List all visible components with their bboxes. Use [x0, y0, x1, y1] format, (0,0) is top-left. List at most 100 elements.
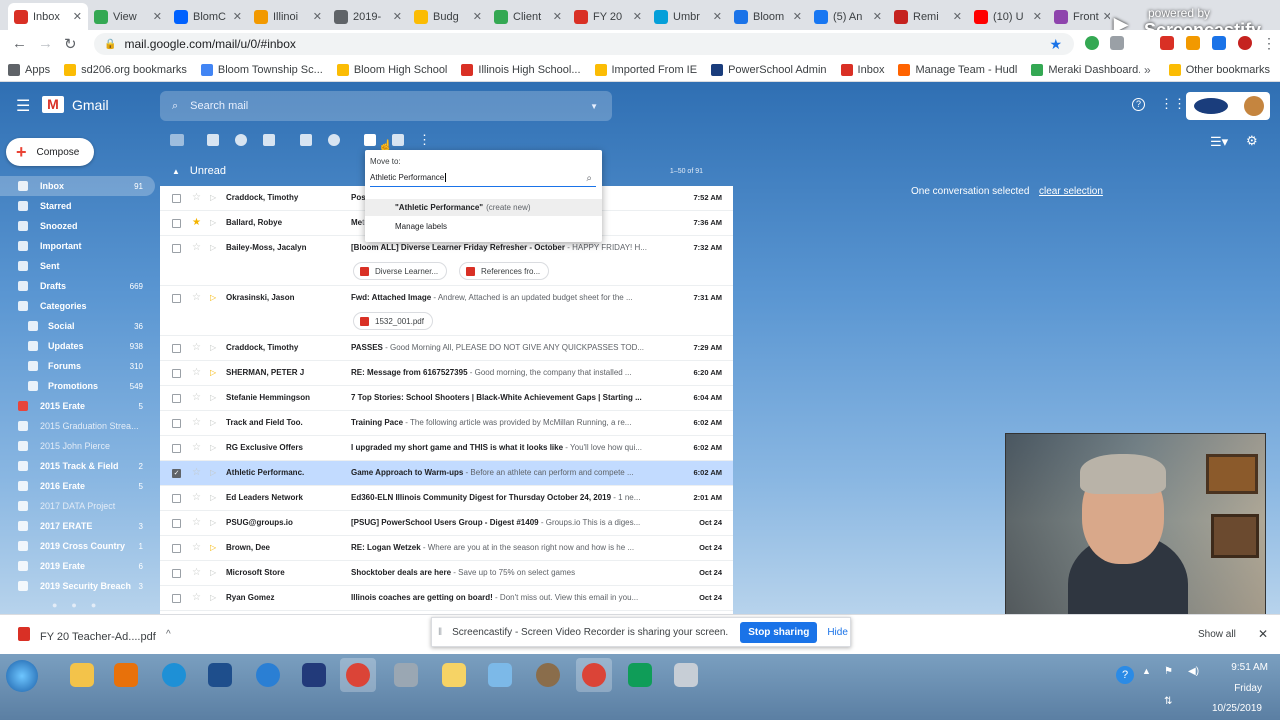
- menu-dots-icon[interactable]: ⋮: [1262, 35, 1276, 52]
- search-options-icon[interactable]: ▼: [590, 102, 598, 111]
- report-spam-icon[interactable]: [235, 134, 247, 146]
- sidebar-item[interactable]: Drafts 669: [0, 276, 155, 296]
- browser-tab[interactable]: Front ✕: [1048, 3, 1110, 30]
- browser-tab[interactable]: Client ✕: [488, 3, 568, 30]
- important-marker-icon[interactable]: ▷: [210, 243, 216, 252]
- star-icon[interactable]: ☆: [192, 567, 201, 578]
- star-icon[interactable]: ☆: [192, 292, 201, 303]
- important-marker-icon[interactable]: ▷: [210, 193, 216, 202]
- browser-tab[interactable]: Budg ✕: [408, 3, 488, 30]
- star-icon[interactable]: ☆: [192, 517, 201, 528]
- close-tab-icon[interactable]: ✕: [869, 10, 882, 23]
- browser-tab[interactable]: (10) U ✕: [968, 3, 1048, 30]
- help-icon[interactable]: ?: [1116, 666, 1134, 684]
- help-icon[interactable]: ?: [1132, 98, 1145, 111]
- sidebar-item[interactable]: Social 36: [0, 316, 155, 336]
- email-row[interactable]: ☆ ▷ Brown, Dee RE: Logan Wetzek - Where are…: [160, 536, 733, 561]
- attachment-chip[interactable]: Diverse Learner...: [353, 262, 448, 280]
- delete-icon[interactable]: [263, 134, 275, 146]
- move-to-search-field[interactable]: Athletic Performance ⌕: [370, 173, 596, 187]
- browser-tab[interactable]: 2019- ✕: [328, 3, 408, 30]
- row-checkbox[interactable]: [172, 244, 181, 253]
- browser-tab[interactable]: FY 20 ✕: [568, 3, 648, 30]
- drag-handle-icon[interactable]: ‖: [438, 627, 442, 638]
- bookmark-item[interactable]: Imported From IE: [594, 63, 697, 76]
- sidebar-item[interactable]: 2017 DATA Project: [0, 496, 155, 516]
- row-checkbox[interactable]: [172, 494, 181, 503]
- sidebar-item[interactable]: 2015 Graduation Strea...: [0, 416, 155, 436]
- sidebar-item[interactable]: Updates 938: [0, 336, 155, 356]
- tray-expand-icon[interactable]: ▲: [1142, 666, 1151, 676]
- row-checkbox[interactable]: [172, 419, 181, 428]
- important-marker-icon[interactable]: ▷: [210, 493, 216, 502]
- row-checkbox[interactable]: ✓: [172, 469, 181, 478]
- sidebar-item[interactable]: Important: [0, 236, 155, 256]
- sidebar-item[interactable]: Categories: [0, 296, 155, 316]
- paint-icon[interactable]: [482, 658, 518, 692]
- star-icon[interactable]: ☆: [192, 392, 201, 403]
- bookmark-item[interactable]: Illinois High School...: [461, 63, 581, 76]
- volume-icon[interactable]: ◀): [1188, 666, 1199, 677]
- row-checkbox[interactable]: [172, 519, 181, 528]
- main-menu-icon[interactable]: ☰: [16, 96, 30, 116]
- publisher-icon[interactable]: [202, 658, 238, 692]
- hangouts-icons[interactable]: ●●●: [52, 600, 110, 610]
- email-row[interactable]: ☆ ▷ Ed Leaders Network Ed360-ELN Illinois C…: [160, 486, 733, 511]
- close-tab-icon[interactable]: ✕: [469, 10, 482, 23]
- email-row[interactable]: ☆ ▷ RG Exclusive Offers I upgraded my short…: [160, 436, 733, 461]
- stop-sharing-button[interactable]: Stop sharing: [740, 621, 818, 643]
- show-all-button[interactable]: Show all: [1198, 629, 1236, 640]
- bookmark-item[interactable]: Manage Team - Hudl: [898, 63, 1017, 76]
- sidebar-item[interactable]: Forums 310: [0, 356, 155, 376]
- email-row[interactable]: ☆ ▷ Bailey-Moss, Jacalyn [Bloom ALL] Divers…: [160, 236, 733, 286]
- attachment-chip[interactable]: References fro...: [459, 262, 550, 280]
- important-marker-icon[interactable]: ▷: [210, 418, 216, 427]
- extension-icon[interactable]: [1212, 36, 1226, 50]
- search-icon[interactable]: ⌕: [172, 100, 178, 113]
- sidebar-item[interactable]: Sent: [0, 256, 155, 276]
- star-icon[interactable]: ☆: [192, 417, 201, 428]
- explorer-icon[interactable]: [64, 658, 100, 692]
- clock-time[interactable]: 9:51 AM: [1210, 662, 1268, 673]
- hangouts-icon[interactable]: [622, 658, 658, 692]
- close-tab-icon[interactable]: ✕: [549, 10, 562, 23]
- important-marker-icon[interactable]: ▷: [210, 293, 216, 302]
- bookmarks-overflow-icon[interactable]: »: [1144, 63, 1151, 77]
- chrome-icon[interactable]: [576, 658, 612, 692]
- row-checkbox[interactable]: [172, 544, 181, 553]
- important-marker-icon[interactable]: ▷: [210, 518, 216, 527]
- attachment-chip[interactable]: 1532_001.pdf: [353, 312, 433, 330]
- compose-button[interactable]: + Compose: [6, 138, 94, 166]
- browser-tab[interactable]: Inbox ✕: [8, 3, 88, 30]
- important-marker-icon[interactable]: ▷: [210, 368, 216, 377]
- row-checkbox[interactable]: [172, 369, 181, 378]
- sidebar-item[interactable]: 2019 Cross Country 1: [0, 536, 155, 556]
- star-icon[interactable]: ☆: [192, 342, 201, 353]
- apps-grid-icon[interactable]: ⋮⋮: [1160, 96, 1186, 112]
- extension-icon[interactable]: [1085, 36, 1099, 50]
- extension-icon[interactable]: [1238, 36, 1252, 50]
- move-to-icon[interactable]: [364, 134, 376, 146]
- forward-icon[interactable]: →: [38, 35, 53, 52]
- email-row[interactable]: ☆ ▷ Ryan Gomez Illinois coaches are getting…: [160, 586, 733, 611]
- search-input[interactable]: ⌕ Search mail ▼: [160, 91, 612, 121]
- select-all-checkbox[interactable]: [170, 134, 184, 146]
- bookmark-item[interactable]: Meraki Dashboard...: [1031, 63, 1140, 76]
- bookmark-item[interactable]: Apps: [8, 63, 50, 76]
- ie-icon[interactable]: [250, 658, 286, 692]
- ie-icon[interactable]: [156, 658, 192, 692]
- settings-gear-icon[interactable]: ⚙: [1246, 133, 1258, 149]
- email-row[interactable]: ☆ ▷ SHERMAN, PETER J RE: Message from 61675…: [160, 361, 733, 386]
- sidebar-item[interactable]: Starred: [0, 196, 155, 216]
- close-tab-icon[interactable]: ✕: [389, 10, 402, 23]
- star-icon[interactable]: ☆: [192, 192, 201, 203]
- email-row[interactable]: ☆ ▷ Track and Field Too. Training Pace - Th…: [160, 411, 733, 436]
- star-icon[interactable]: ☆: [192, 442, 201, 453]
- important-marker-icon[interactable]: ▷: [210, 543, 216, 552]
- url-field[interactable]: 🔒 mail.google.com/mail/u/0/#inbox ★: [94, 33, 1074, 55]
- sidebar-item[interactable]: Inbox 91: [0, 176, 155, 196]
- browser-tab[interactable]: Umbr ✕: [648, 3, 728, 30]
- sidebar-item[interactable]: Snoozed: [0, 216, 155, 236]
- download-filename[interactable]: FY 20 Teacher-Ad....pdf: [40, 631, 156, 643]
- row-checkbox[interactable]: [172, 294, 181, 303]
